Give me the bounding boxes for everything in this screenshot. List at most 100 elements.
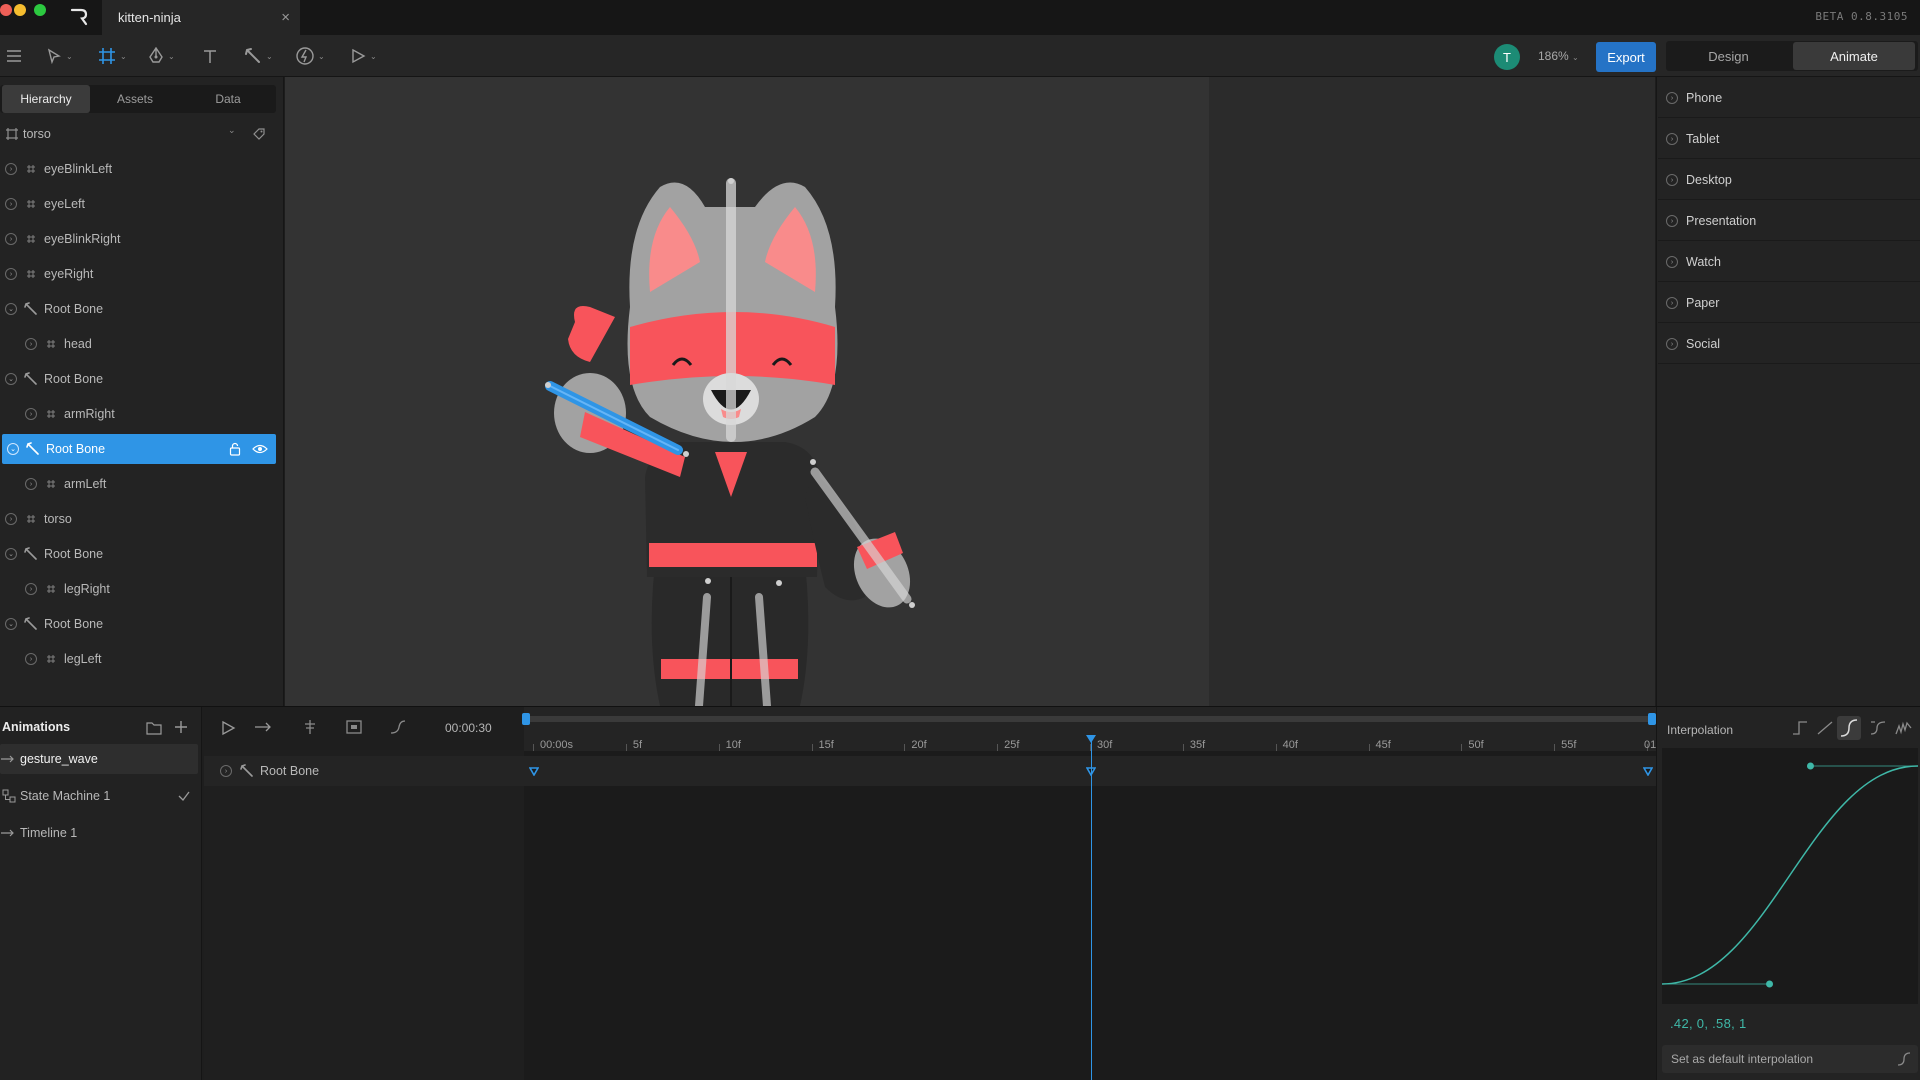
export-button[interactable]: Export — [1596, 42, 1656, 72]
expand-icon[interactable]: › — [1666, 338, 1678, 350]
timeline-range-bar[interactable] — [524, 716, 1654, 722]
range-start-handle[interactable] — [522, 713, 530, 725]
expand-track-icon[interactable]: › — [220, 765, 232, 777]
snap-icon[interactable] — [302, 719, 318, 735]
expand-icon[interactable]: › — [1666, 174, 1678, 186]
expand-icon[interactable]: › — [5, 268, 17, 280]
document-tab[interactable]: kitten-ninja × — [102, 0, 300, 35]
device-preset-social[interactable]: › Social — [1658, 324, 1920, 364]
collapse-icon[interactable]: ⌄ — [7, 443, 19, 455]
collapse-icon[interactable]: ⌄ — [5, 303, 17, 315]
lock-icon[interactable] — [229, 442, 241, 459]
device-preset-tablet[interactable]: › Tablet — [1658, 119, 1920, 159]
expand-icon[interactable]: › — [5, 163, 17, 175]
expand-icon[interactable]: › — [25, 408, 37, 420]
user-avatar[interactable]: T — [1494, 44, 1520, 70]
select-tool-button[interactable]: ⌄ — [46, 46, 73, 66]
tree-item[interactable]: › armLeft — [0, 469, 276, 499]
design-mode-tab[interactable]: Design — [1666, 41, 1791, 71]
control-point-1[interactable] — [1766, 980, 1774, 988]
cubic-interpolation-button[interactable] — [1837, 716, 1861, 740]
track-row[interactable]: › Root Bone — [204, 756, 1656, 786]
pen-tool-button[interactable]: ⌄ — [148, 46, 175, 66]
interpolation-curve-editor[interactable] — [1661, 748, 1919, 1004]
current-time[interactable]: 00:00:30 — [445, 721, 492, 735]
tab-assets[interactable]: Assets — [90, 85, 180, 113]
expand-icon[interactable]: › — [1666, 256, 1678, 268]
expand-icon[interactable]: › — [5, 198, 17, 210]
frame-icon[interactable] — [346, 719, 364, 735]
expand-icon[interactable]: › — [25, 583, 37, 595]
minimize-window-button[interactable] — [14, 4, 26, 16]
tag-icon[interactable] — [252, 127, 266, 141]
animation-item[interactable]: gesture_wave — [0, 744, 198, 774]
zoom-level[interactable]: 186% ⌄ — [1538, 49, 1579, 63]
tree-item[interactable]: › eyeBlinkLeft — [0, 154, 276, 184]
expand-icon[interactable]: › — [1666, 297, 1678, 309]
expand-icon[interactable]: › — [5, 513, 17, 525]
collapse-icon[interactable]: ⌄ — [5, 548, 17, 560]
tree-item[interactable]: ⌄ Root Bone — [0, 609, 276, 639]
tree-item[interactable]: › torso — [0, 504, 276, 534]
timeline-body[interactable] — [524, 751, 1656, 1080]
expand-icon[interactable]: › — [25, 478, 37, 490]
tree-item[interactable]: ⌄ Root Bone — [0, 364, 276, 394]
keyframe-marker[interactable] — [1642, 764, 1654, 777]
maximize-window-button[interactable] — [34, 4, 46, 16]
play-mode-button[interactable]: ⌄ — [350, 46, 377, 66]
tree-item[interactable]: ⌄ Root Bone — [0, 294, 276, 324]
set-default-interpolation-button[interactable]: Set as default interpolation — [1662, 1045, 1918, 1073]
device-preset-paper[interactable]: › Paper — [1658, 283, 1920, 323]
linear-interpolation-icon[interactable] — [1816, 720, 1834, 736]
elastic-curve-icon[interactable] — [1895, 720, 1913, 736]
play-icon[interactable] — [220, 720, 236, 736]
tab-data[interactable]: Data — [182, 85, 274, 113]
tree-item[interactable]: ⌄ Root Bone — [0, 539, 276, 569]
chevron-down-icon[interactable]: ⌄ — [228, 125, 236, 136]
tree-item[interactable]: › legLeft — [0, 644, 276, 674]
animation-item[interactable]: Timeline 1 — [0, 818, 198, 848]
device-preset-watch[interactable]: › Watch — [1658, 242, 1920, 282]
animate-mode-tab[interactable]: Animate — [1793, 42, 1915, 70]
collapse-icon[interactable]: ⌄ — [5, 373, 17, 385]
tree-item[interactable]: › head — [0, 329, 276, 359]
device-preset-presentation[interactable]: › Presentation — [1658, 201, 1920, 241]
control-point-2[interactable] — [1806, 762, 1814, 770]
tree-item[interactable]: ⌄ Root Bone — [2, 434, 276, 464]
bezier-curve[interactable] — [1661, 748, 1919, 1004]
tree-item[interactable]: › eyeRight — [0, 259, 276, 289]
close-tab-icon[interactable]: × — [281, 9, 290, 26]
expand-icon[interactable]: › — [25, 653, 37, 665]
animation-item[interactable]: State Machine 1 — [0, 781, 198, 811]
easing-icon[interactable] — [390, 719, 406, 735]
tab-hierarchy[interactable]: Hierarchy — [2, 85, 90, 113]
tree-item[interactable]: › armRight — [0, 399, 276, 429]
tree-item[interactable]: › legRight — [0, 574, 276, 604]
tree-item[interactable]: › eyeLeft — [0, 189, 276, 219]
device-preset-phone[interactable]: › Phone — [1658, 78, 1920, 118]
artboard-canvas[interactable] — [285, 77, 1209, 710]
bone-tool-button[interactable]: ⌄ — [244, 46, 273, 66]
custom-curve-icon[interactable] — [1869, 720, 1887, 736]
menu-icon[interactable] — [6, 46, 22, 66]
hold-interpolation-icon[interactable] — [1791, 720, 1809, 736]
text-tool-button[interactable] — [202, 46, 218, 66]
constraint-tool-button[interactable]: ⌄ — [296, 46, 325, 66]
device-preset-desktop[interactable]: › Desktop — [1658, 160, 1920, 200]
artboard-tool-button[interactable]: ⌄ — [98, 46, 127, 66]
close-window-button[interactable] — [0, 4, 12, 16]
rive-logo-icon[interactable] — [68, 6, 90, 28]
range-end-handle[interactable] — [1648, 713, 1656, 725]
keyframe-marker[interactable] — [528, 764, 540, 777]
collapse-icon[interactable]: ⌄ — [5, 618, 17, 630]
add-animation-icon[interactable] — [174, 720, 188, 734]
loop-mode-icon[interactable] — [254, 721, 274, 733]
expand-icon[interactable]: › — [1666, 215, 1678, 227]
artboard-row[interactable]: torso ⌄ — [0, 122, 276, 146]
expand-icon[interactable]: › — [5, 233, 17, 245]
cubic-values[interactable]: .42, 0, .58, 1 — [1670, 1016, 1746, 1031]
tree-item[interactable]: › eyeBlinkRight — [0, 224, 276, 254]
expand-icon[interactable]: › — [1666, 133, 1678, 145]
folder-icon[interactable] — [146, 721, 162, 735]
expand-icon[interactable]: › — [25, 338, 37, 350]
